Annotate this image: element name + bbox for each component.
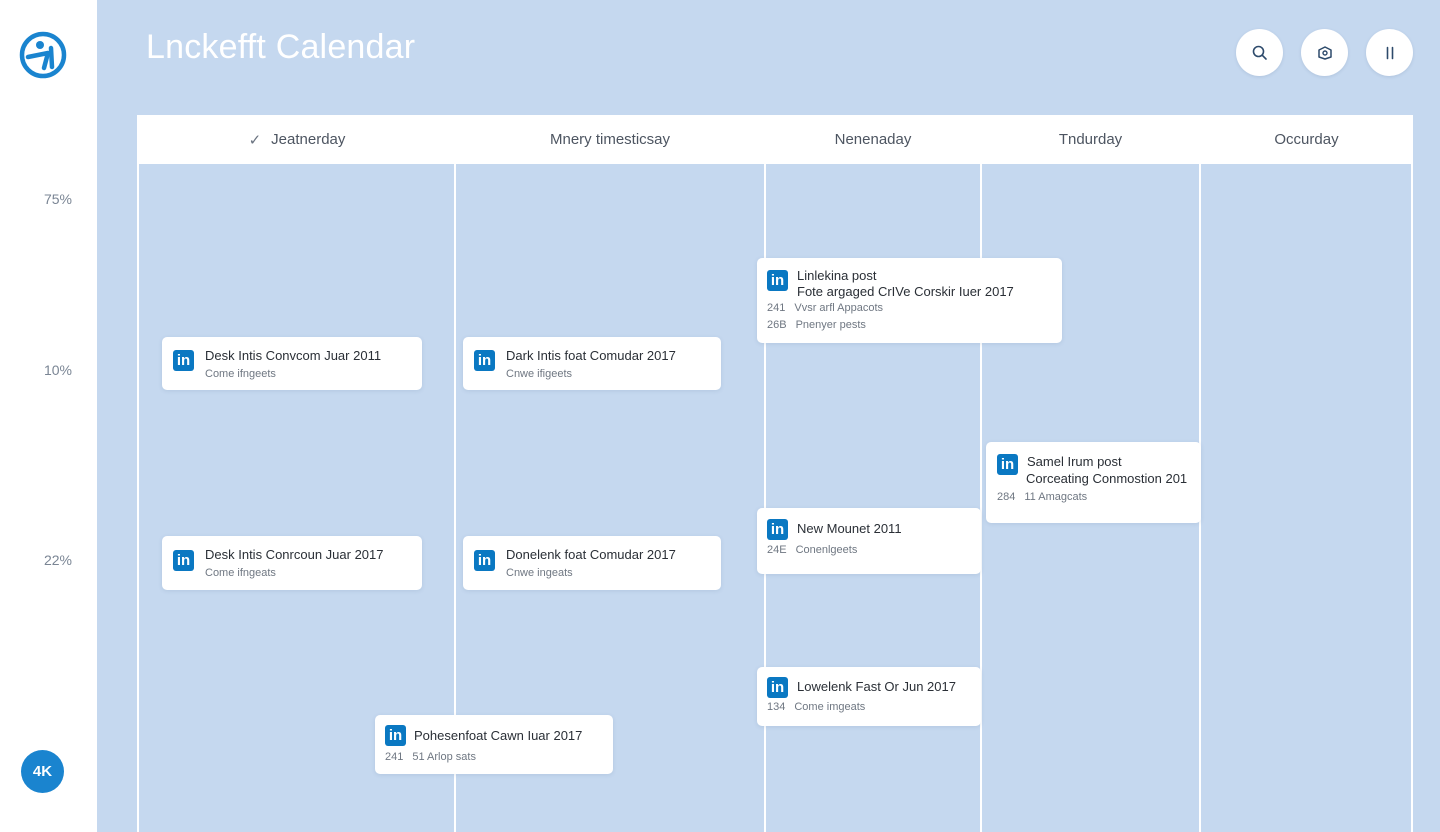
day-header[interactable]: Nenenaday: [765, 115, 981, 164]
post-card[interactable]: in Desk Intis Conrcoun Juar 2017 Come if…: [162, 536, 422, 590]
post-meta-text: Pnenyer pests: [795, 319, 866, 331]
share-icon: [1317, 45, 1332, 60]
day-header[interactable]: Tndurday: [981, 115, 1200, 164]
day-label: Mnery timesticsay: [549, 131, 671, 148]
post-meta-text: Conenlgeets: [795, 544, 858, 556]
post-card[interactable]: in Samel Irum post Corceating Conmostion…: [986, 442, 1201, 523]
post-meta-count: 241: [385, 751, 404, 763]
day-header[interactable]: Occurday: [1200, 115, 1413, 164]
post-meta: 284 11 Amagcats: [997, 491, 1087, 503]
post-meta-count: 26B: [767, 319, 787, 331]
post-card[interactable]: in Lowelenk Fast Or Jun 2017 134 Come img…: [757, 667, 981, 726]
linkedin-icon: in: [385, 725, 406, 746]
sidebar: 75% 10% 22% 4K: [0, 0, 97, 832]
check-icon: ✓: [248, 131, 262, 149]
pause-icon: [1386, 46, 1393, 59]
post-meta-count: 134: [767, 701, 786, 713]
post-meta: 241 51 Arlop sats: [385, 751, 476, 763]
post-meta-count: 284: [997, 491, 1016, 503]
app-title: Lnckefft Calendar: [146, 28, 416, 66]
post-card[interactable]: in Pohesenfoat Cawn Iuar 2017 241 51 Arlo…: [375, 715, 613, 774]
post-title: Lowelenk Fast Or Jun 2017: [797, 679, 956, 694]
pause-button[interactable]: [1366, 29, 1413, 76]
post-title: Dark Intis foat Comudar 2017: [506, 348, 676, 363]
post-meta-text: Vvsr arfl Appacots: [794, 302, 884, 314]
post-meta-text: 51 Arlop sats: [412, 751, 476, 763]
post-meta-text: 11 Amagcats: [1024, 491, 1088, 503]
post-subtitle: Fote argaged CrIVe Corskir Iuer 2017: [797, 284, 1014, 299]
day-label: Jeatnerday: [271, 131, 346, 148]
post-card[interactable]: in Linlekina post Fote argaged CrIVe Cor…: [757, 258, 1062, 343]
scale-label: 10%: [43, 362, 72, 378]
day-header-row: ✓ Jeatnerday Mnery timesticsay Nenenaday…: [139, 115, 1411, 164]
search-button[interactable]: [1236, 29, 1283, 76]
linkedin-icon: in: [997, 454, 1018, 475]
linkedin-icon: in: [173, 550, 194, 571]
scale-label: 22%: [43, 552, 72, 568]
day-label: Tndurday: [1058, 131, 1123, 148]
day-label: Occurday: [1274, 131, 1339, 148]
linkedin-icon: in: [474, 350, 495, 371]
column-divider: [980, 115, 982, 832]
post-card[interactable]: in New Mounet 2011 24E Conenlgeets: [757, 508, 981, 574]
post-meta-count: 241: [767, 302, 786, 314]
post-card[interactable]: in Desk Intis Convcom Juar 2011 Come ifn…: [162, 337, 422, 390]
post-meta-text: Come imgeats: [794, 701, 866, 713]
post-meta: Come ifngeats: [205, 567, 276, 579]
scale-label: 75%: [43, 191, 72, 207]
brand-logo-icon[interactable]: [18, 30, 68, 80]
post-card[interactable]: in Dark Intis foat Comudar 2017 Cnwe ifi…: [463, 337, 721, 390]
post-title: Samel Irum post: [1027, 454, 1122, 469]
day-label: Nenenaday: [834, 131, 912, 148]
post-title: Pohesenfoat Cawn Iuar 2017: [414, 728, 583, 743]
linkedin-icon: in: [474, 550, 495, 571]
post-title: Linlekina post: [797, 268, 877, 283]
share-button[interactable]: [1301, 29, 1348, 76]
post-meta: 26B Pnenyer pests: [767, 319, 866, 331]
post-meta-count: 24E: [767, 544, 787, 556]
linkedin-icon: in: [767, 519, 788, 540]
post-card[interactable]: in Donelenk foat Comudar 2017 Cnwe ingea…: [463, 536, 721, 590]
post-title: Desk Intis Conrcoun Juar 2017: [205, 547, 384, 562]
post-meta: Cnwe ifigeets: [506, 368, 573, 380]
linkedin-icon: in: [767, 677, 788, 698]
linkedin-icon: in: [767, 270, 788, 291]
post-meta: Cnwe ingeats: [506, 567, 573, 579]
calendar-app: 75% 10% 22% 4K Lnckefft Calendar ✓ Jeatn…: [0, 0, 1440, 832]
linkedin-icon: in: [173, 350, 194, 371]
post-subtitle: Corceating Conmostion 201: [1026, 471, 1188, 486]
post-meta: Come ifngeets: [205, 368, 276, 380]
day-header[interactable]: ✓ Jeatnerday: [139, 115, 455, 164]
post-meta: 24E Conenlgeets: [767, 544, 857, 556]
day-header[interactable]: Mnery timesticsay: [455, 115, 765, 164]
post-title: Donelenk foat Comudar 2017: [506, 547, 676, 562]
quality-badge-button[interactable]: 4K: [21, 750, 64, 793]
post-meta: 241 Vvsr arfl Appacots: [767, 302, 883, 314]
post-title: Desk Intis Convcom Juar 2011: [205, 348, 382, 363]
post-title: New Mounet 2011: [797, 521, 902, 536]
search-icon: [1252, 45, 1267, 60]
post-meta: 134 Come imgeats: [767, 701, 865, 713]
